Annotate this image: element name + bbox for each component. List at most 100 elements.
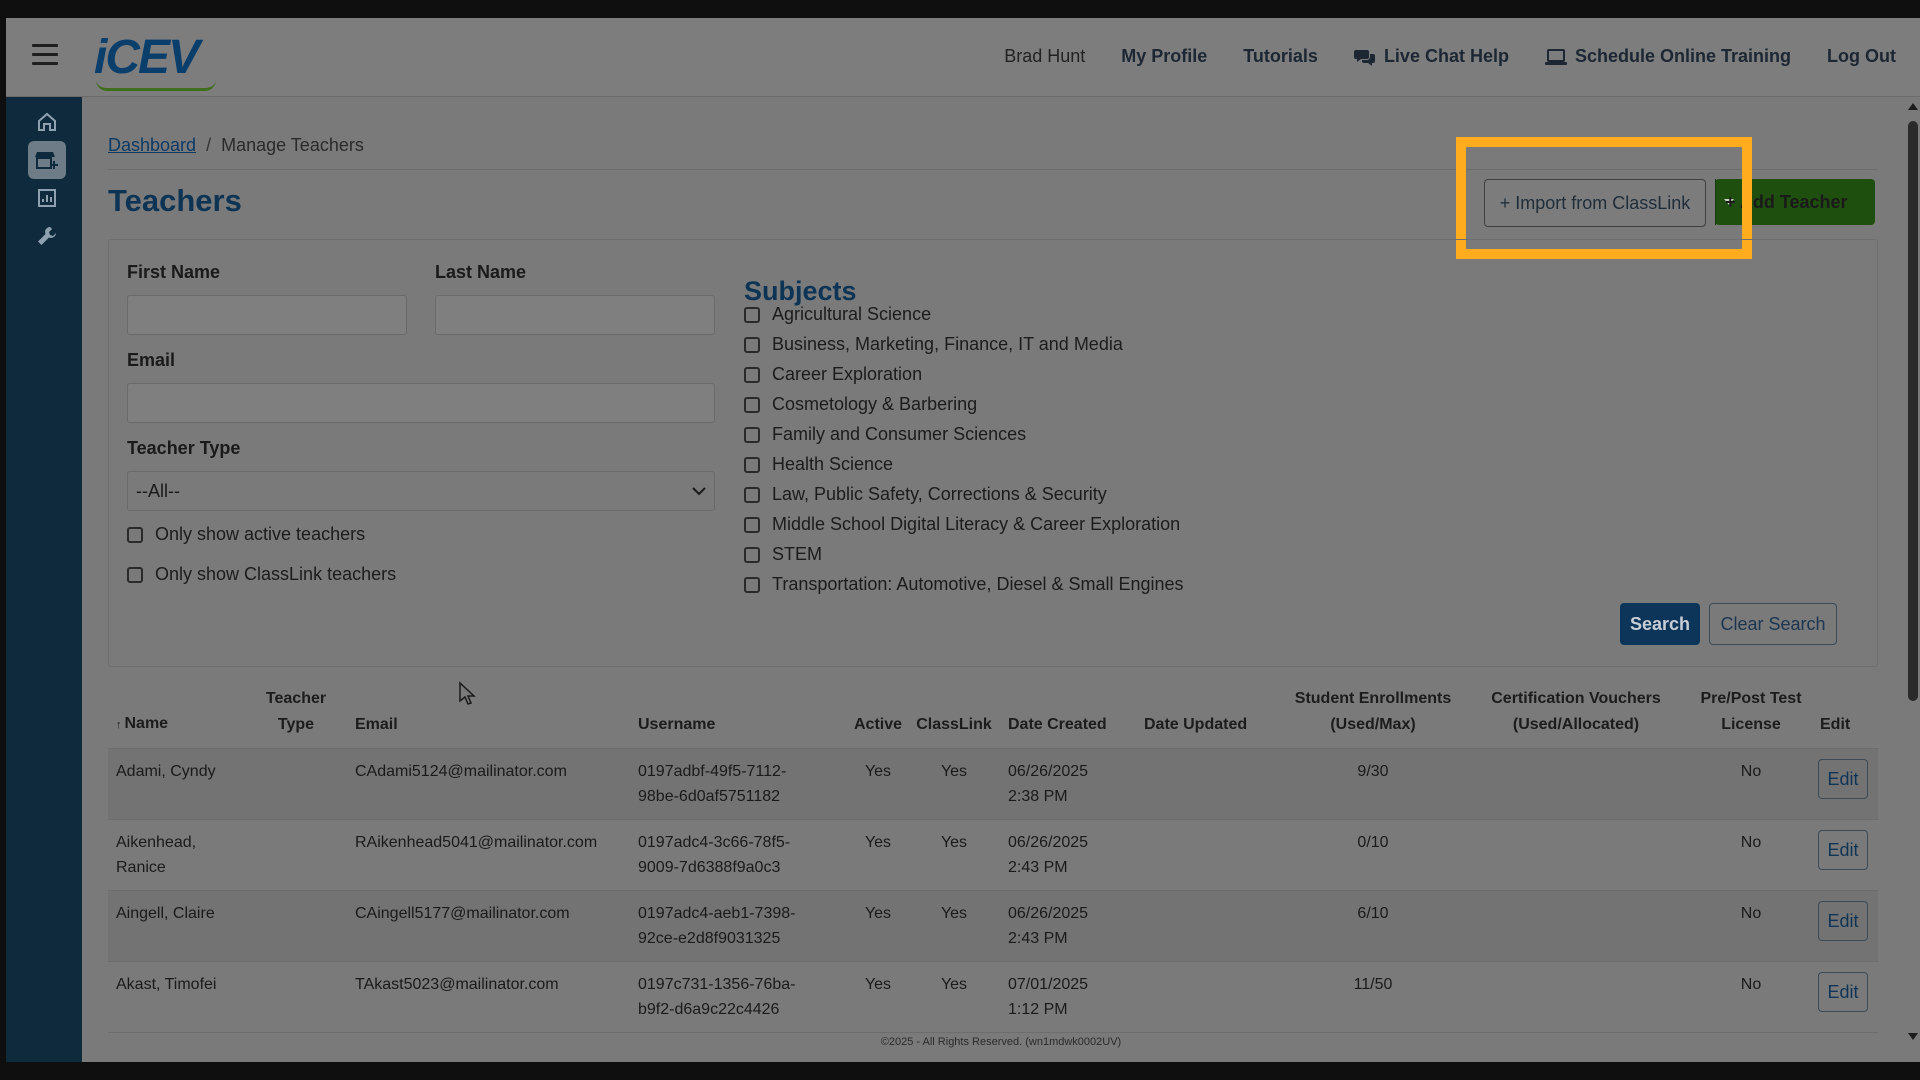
edit-button[interactable]: Edit [1818, 759, 1868, 799]
cell-classlink: Yes [940, 763, 968, 780]
username-line2: 98be-6d0af5751182 [638, 788, 781, 805]
subject-label: Family and Consumer Sciences [772, 424, 1027, 444]
search-button[interactable]: Search [1620, 603, 1700, 645]
scroll-down-arrow[interactable] [1908, 1033, 1918, 1040]
schedule-training-link[interactable]: Schedule Online Training [1544, 46, 1791, 67]
divider [108, 169, 1878, 170]
subject-checkbox[interactable] [744, 336, 760, 353]
subject-checkbox[interactable] [744, 486, 760, 503]
email-input[interactable] [127, 383, 715, 423]
subject-option: Transportation: Automotive, Diesel & Sma… [744, 574, 1184, 595]
cell-classlink: Yes [940, 905, 968, 922]
date-line: 06/26/2025 [1008, 905, 1089, 922]
breadcrumb-dashboard-link[interactable]: Dashboard [108, 135, 196, 155]
mouse-cursor-icon [459, 681, 476, 705]
my-profile-link[interactable]: My Profile [1121, 46, 1207, 67]
cell-active: Yes [864, 763, 892, 780]
subject-option: STEM [744, 544, 822, 565]
wrench-icon[interactable] [28, 217, 66, 255]
teacher-type-label: Teacher Type [127, 438, 241, 458]
table-row: Aingell, Claire CAingell5177@mailinator.… [108, 891, 1878, 962]
subject-label: Transportation: Automotive, Diesel & Sma… [772, 574, 1184, 594]
subject-label: Business, Marketing, Finance, IT and Med… [772, 334, 1123, 354]
home-icon[interactable] [28, 103, 66, 141]
username-line2: b9f2-d6a9c22c4426 [638, 1001, 780, 1018]
app-window: iCEV Brad Hunt My Profile Tutorials Live… [6, 18, 1920, 1062]
time-line: 2:38 PM [1008, 788, 1068, 805]
cell-date-created: 06/26/2025 2:43 PM [1008, 901, 1088, 951]
subject-checkbox[interactable] [744, 426, 760, 443]
col-teacher-type-line1: Teacher [265, 690, 327, 707]
edit-button[interactable]: Edit [1818, 830, 1868, 870]
live-chat-link[interactable]: Live Chat Help [1353, 46, 1509, 67]
edit-button[interactable]: Edit [1818, 901, 1868, 941]
col-username[interactable]: Username [638, 712, 715, 738]
subject-option: Business, Marketing, Finance, IT and Med… [744, 334, 1123, 355]
subject-label: Law, Public Safety, Corrections & Securi… [772, 484, 1107, 504]
col-active[interactable]: Active [848, 712, 908, 738]
import-from-classlink-button[interactable]: + Import from ClassLink [1484, 179, 1706, 227]
date-line: 06/26/2025 [1008, 834, 1089, 851]
col-classlink[interactable]: ClassLink [914, 712, 994, 738]
teacher-type-select[interactable]: --All-- [127, 471, 715, 511]
subject-checkbox[interactable] [744, 366, 760, 383]
breadcrumb-separator: / [206, 135, 212, 155]
cell-date-created: 06/26/2025 2:43 PM [1008, 830, 1088, 880]
first-name-input[interactable] [127, 295, 407, 335]
subject-label: Middle School Digital Literacy & Career … [772, 514, 1181, 534]
subject-checkbox[interactable] [744, 396, 760, 413]
vertical-scrollbar[interactable] [1904, 97, 1920, 1062]
col-date-created[interactable]: Date Created [1008, 712, 1107, 738]
store-add-icon[interactable] [28, 141, 66, 179]
table-row: Adami, Cyndy CAdami5124@mailinator.com 0… [108, 749, 1878, 820]
subject-checkbox[interactable] [744, 576, 760, 593]
classlink-only-option: Only show ClassLink teachers [127, 564, 396, 585]
last-name-input[interactable] [435, 295, 715, 335]
subject-option: Family and Consumer Sciences [744, 424, 1026, 445]
col-date-updated[interactable]: Date Updated [1144, 712, 1247, 738]
top-bar: iCEV Brad Hunt My Profile Tutorials Live… [6, 18, 1920, 97]
col-name-label: Name [124, 715, 169, 732]
subject-checkbox[interactable] [744, 456, 760, 473]
col-email[interactable]: Email [355, 712, 398, 738]
col-name[interactable]: ↑ Name [116, 711, 168, 738]
cell-enrollments: 9/30 [1357, 763, 1389, 780]
sort-ascending-icon: ↑ [116, 719, 122, 731]
col-prepost-license[interactable]: Pre/Post Test License [1686, 686, 1816, 738]
cell-email: TAkast5023@mailinator.com [355, 976, 559, 993]
active-only-checkbox[interactable] [127, 526, 143, 543]
cell-active: Yes [864, 834, 892, 851]
chat-bubbles-icon [1353, 49, 1375, 66]
icev-logo[interactable]: iCEV [94, 30, 216, 91]
live-chat-label: Live Chat Help [1383, 46, 1509, 66]
date-line: 07/01/2025 [1008, 976, 1089, 993]
classlink-only-checkbox[interactable] [127, 566, 143, 583]
menu-icon[interactable] [32, 44, 58, 66]
edit-button[interactable]: Edit [1818, 972, 1868, 1012]
subject-checkbox[interactable] [744, 306, 760, 323]
table-header: ↑ Name Teacher Type Email Username Active … [108, 672, 1878, 749]
subject-option: Health Science [744, 454, 893, 475]
cell-username: 0197adc4-3c66-78f5- 9009-7d6388f9a0c3 [638, 830, 790, 880]
subject-checkbox[interactable] [744, 546, 760, 563]
cell-prepost-license: No [1740, 834, 1762, 851]
col-teacher-type[interactable]: Teacher Type [258, 686, 334, 738]
username-line2: 92ce-e2d8f9031325 [638, 930, 781, 947]
report-chart-icon[interactable] [28, 179, 66, 217]
log-out-link[interactable]: Log Out [1827, 46, 1896, 67]
scroll-up-arrow[interactable] [1908, 103, 1918, 110]
table-row: Aikenhead, Ranice RAikenhead5041@mailinat… [108, 820, 1878, 891]
user-name: Brad Hunt [1004, 46, 1086, 66]
laptop-icon [1544, 48, 1567, 65]
add-teacher-button[interactable]: + Add Teacher [1715, 179, 1875, 225]
subjects-title: Subjects [744, 276, 857, 306]
subject-checkbox[interactable] [744, 516, 760, 533]
subject-label: Health Science [772, 454, 894, 474]
col-enrollments[interactable]: Student Enrollments (Used/Max) [1278, 686, 1468, 738]
col-vouchers[interactable]: Certification Vouchers (Used/Allocated) [1476, 686, 1676, 738]
teachers-table: ↑ Name Teacher Type Email Username Active … [108, 672, 1878, 1033]
scroll-thumb[interactable] [1908, 121, 1918, 701]
tutorials-link[interactable]: Tutorials [1243, 46, 1318, 67]
clear-search-button[interactable]: Clear Search [1709, 603, 1837, 645]
cell-classlink: Yes [940, 834, 968, 851]
